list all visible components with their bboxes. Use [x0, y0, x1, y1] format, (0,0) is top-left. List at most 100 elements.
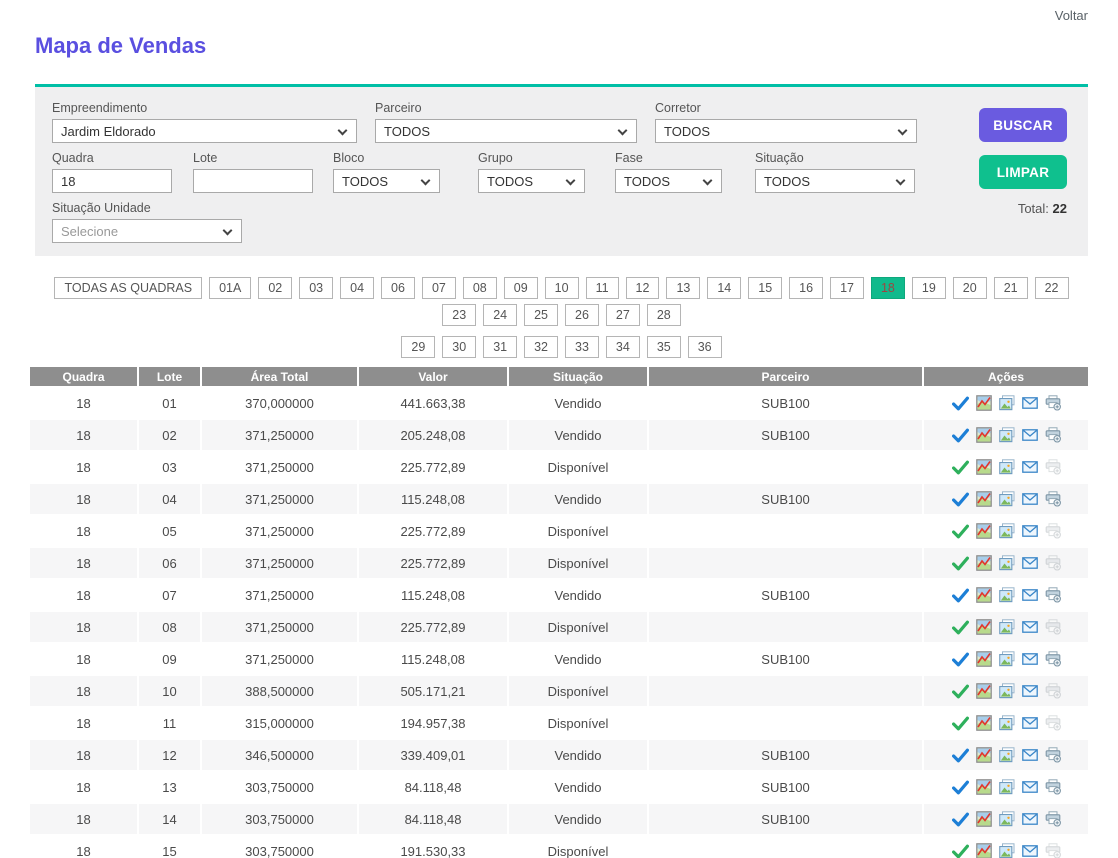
quadra-button-11[interactable]: 11	[586, 277, 619, 299]
quadra-button-12[interactable]: 12	[626, 277, 660, 299]
quadra-button-07[interactable]: 07	[422, 277, 456, 299]
check-icon[interactable]	[952, 811, 969, 828]
check-icon[interactable]	[952, 427, 969, 444]
quadra-button-19[interactable]: 19	[912, 277, 946, 299]
quadra-button-26[interactable]: 26	[565, 304, 599, 326]
quadra-button-24[interactable]: 24	[483, 304, 517, 326]
quadra-button-all[interactable]: TODAS AS QUADRAS	[54, 277, 202, 299]
mail-icon[interactable]	[1022, 459, 1038, 475]
photos-icon[interactable]	[999, 779, 1015, 795]
mail-icon[interactable]	[1022, 651, 1038, 667]
printer-plus-icon[interactable]	[1045, 651, 1061, 667]
check-icon[interactable]	[952, 523, 969, 540]
parceiro-select[interactable]: TODOS	[375, 119, 637, 143]
quadra-button-01A[interactable]: 01A	[209, 277, 251, 299]
mail-icon[interactable]	[1022, 491, 1038, 507]
bloco-select[interactable]: TODOS	[333, 169, 440, 193]
buscar-button[interactable]: BUSCAR	[979, 108, 1067, 142]
mail-icon[interactable]	[1022, 395, 1038, 411]
mail-icon[interactable]	[1022, 811, 1038, 827]
back-link[interactable]: Voltar	[1055, 8, 1088, 23]
quadra-button-21[interactable]: 21	[994, 277, 1028, 299]
mail-icon[interactable]	[1022, 427, 1038, 443]
quadra-button-18[interactable]: 18	[871, 277, 905, 299]
photos-icon[interactable]	[999, 491, 1015, 507]
map-icon[interactable]	[976, 811, 992, 827]
quadra-button-36[interactable]: 36	[688, 336, 722, 358]
situacao-unidade-select[interactable]: Selecione	[52, 219, 242, 243]
check-icon[interactable]	[952, 491, 969, 508]
check-icon[interactable]	[952, 779, 969, 796]
quadra-button-06[interactable]: 06	[381, 277, 415, 299]
quadra-button-08[interactable]: 08	[463, 277, 497, 299]
check-icon[interactable]	[952, 843, 969, 858]
check-icon[interactable]	[952, 715, 969, 732]
quadra-button-25[interactable]: 25	[524, 304, 558, 326]
map-icon[interactable]	[976, 491, 992, 507]
check-icon[interactable]	[952, 619, 969, 636]
quadra-button-32[interactable]: 32	[524, 336, 558, 358]
lote-input[interactable]	[193, 169, 313, 193]
printer-plus-icon[interactable]	[1045, 395, 1061, 411]
photos-icon[interactable]	[999, 395, 1015, 411]
mail-icon[interactable]	[1022, 715, 1038, 731]
situacao-select[interactable]: TODOS	[755, 169, 915, 193]
printer-plus-icon[interactable]	[1045, 587, 1061, 603]
quadra-button-22[interactable]: 22	[1035, 277, 1069, 299]
quadra-button-33[interactable]: 33	[565, 336, 599, 358]
mail-icon[interactable]	[1022, 747, 1038, 763]
quadra-button-14[interactable]: 14	[707, 277, 741, 299]
mail-icon[interactable]	[1022, 587, 1038, 603]
photos-icon[interactable]	[999, 747, 1015, 763]
limpar-button[interactable]: LIMPAR	[979, 155, 1067, 189]
map-icon[interactable]	[976, 555, 992, 571]
mail-icon[interactable]	[1022, 555, 1038, 571]
map-icon[interactable]	[976, 523, 992, 539]
photos-icon[interactable]	[999, 811, 1015, 827]
printer-plus-icon[interactable]	[1045, 779, 1061, 795]
map-icon[interactable]	[976, 843, 992, 858]
map-icon[interactable]	[976, 587, 992, 603]
quadra-button-29[interactable]: 29	[401, 336, 435, 358]
check-icon[interactable]	[952, 747, 969, 764]
check-icon[interactable]	[952, 683, 969, 700]
quadra-button-28[interactable]: 28	[647, 304, 681, 326]
map-icon[interactable]	[976, 395, 992, 411]
quadra-button-09[interactable]: 09	[504, 277, 538, 299]
photos-icon[interactable]	[999, 523, 1015, 539]
printer-plus-icon[interactable]	[1045, 427, 1061, 443]
quadra-button-23[interactable]: 23	[442, 304, 476, 326]
quadra-button-04[interactable]: 04	[340, 277, 374, 299]
quadra-button-27[interactable]: 27	[606, 304, 640, 326]
map-icon[interactable]	[976, 715, 992, 731]
map-icon[interactable]	[976, 427, 992, 443]
empreendimento-select[interactable]: Jardim Eldorado	[52, 119, 357, 143]
fase-select[interactable]: TODOS	[615, 169, 722, 193]
mail-icon[interactable]	[1022, 619, 1038, 635]
photos-icon[interactable]	[999, 619, 1015, 635]
grupo-select[interactable]: TODOS	[478, 169, 585, 193]
check-icon[interactable]	[952, 395, 969, 412]
corretor-select[interactable]: TODOS	[655, 119, 917, 143]
mail-icon[interactable]	[1022, 843, 1038, 858]
quadra-button-02[interactable]: 02	[258, 277, 292, 299]
photos-icon[interactable]	[999, 555, 1015, 571]
mail-icon[interactable]	[1022, 683, 1038, 699]
map-icon[interactable]	[976, 683, 992, 699]
quadra-button-16[interactable]: 16	[789, 277, 823, 299]
photos-icon[interactable]	[999, 427, 1015, 443]
map-icon[interactable]	[976, 459, 992, 475]
printer-plus-icon[interactable]	[1045, 491, 1061, 507]
map-icon[interactable]	[976, 619, 992, 635]
printer-plus-icon[interactable]	[1045, 811, 1061, 827]
photos-icon[interactable]	[999, 651, 1015, 667]
mail-icon[interactable]	[1022, 779, 1038, 795]
quadra-button-35[interactable]: 35	[647, 336, 681, 358]
map-icon[interactable]	[976, 651, 992, 667]
quadra-button-31[interactable]: 31	[483, 336, 517, 358]
quadra-button-03[interactable]: 03	[299, 277, 333, 299]
photos-icon[interactable]	[999, 587, 1015, 603]
check-icon[interactable]	[952, 651, 969, 668]
quadra-button-20[interactable]: 20	[953, 277, 987, 299]
check-icon[interactable]	[952, 459, 969, 476]
